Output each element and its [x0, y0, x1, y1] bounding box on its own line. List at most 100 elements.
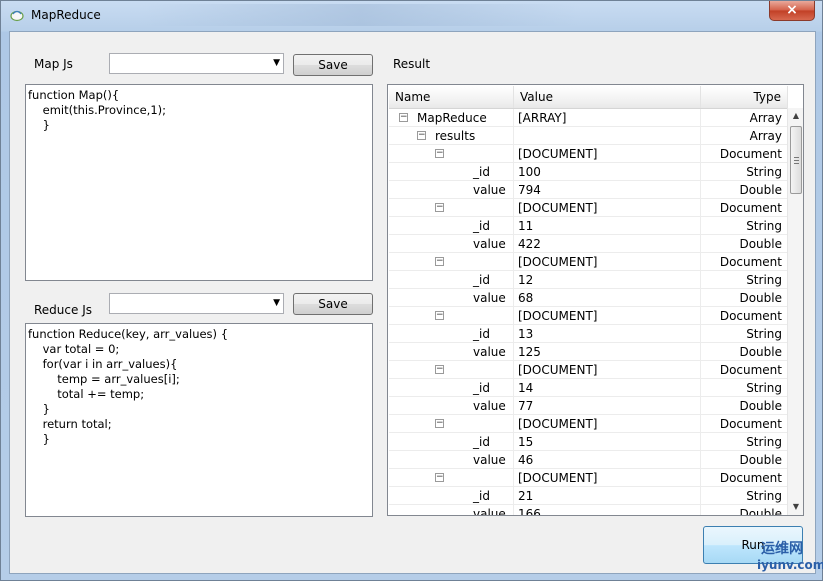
map-js-label: Map Js: [34, 57, 73, 71]
tree-cell-value: 77: [514, 397, 701, 415]
tree-row[interactable]: − [DOCUMENT] Document: [389, 253, 788, 271]
scrollbar-thumb[interactable]: [790, 126, 802, 194]
tree-cell-value: [DOCUMENT]: [514, 361, 701, 379]
column-header-type[interactable]: Type: [701, 86, 788, 108]
collapse-icon[interactable]: −: [399, 113, 408, 122]
tree-cell-name: −: [389, 253, 514, 271]
tree-row[interactable]: − [DOCUMENT] Document: [389, 415, 788, 433]
tree-cell-name: value: [389, 505, 514, 515]
tree-cell-value: 14: [514, 379, 701, 397]
tree-cell-value: 46: [514, 451, 701, 469]
tree-row[interactable]: _id 15 String: [389, 433, 788, 451]
tree-cell-type: Array: [701, 109, 788, 127]
tree-cell-name: value: [389, 289, 514, 307]
tree-cell-type: String: [701, 217, 788, 235]
tree-cell-type: Double: [701, 505, 788, 515]
column-header-value[interactable]: Value: [514, 86, 701, 108]
tree-row[interactable]: _id 11 String: [389, 217, 788, 235]
collapse-icon[interactable]: −: [435, 311, 444, 320]
tree-node-name: value: [473, 345, 506, 359]
column-header-name[interactable]: Name: [389, 86, 514, 108]
close-button[interactable]: ×: [769, 1, 815, 21]
tree-cell-name: −: [389, 415, 514, 433]
tree-cell-name: _id: [389, 163, 514, 181]
collapse-icon[interactable]: −: [435, 257, 444, 266]
tree-row[interactable]: − [DOCUMENT] Document: [389, 469, 788, 487]
tree-cell-value: [DOCUMENT]: [514, 199, 701, 217]
tree-row[interactable]: value 68 Double: [389, 289, 788, 307]
tree-node-name: MapReduce: [417, 111, 487, 125]
tree-row[interactable]: value 46 Double: [389, 451, 788, 469]
collapse-icon[interactable]: −: [435, 203, 444, 212]
tree-cell-name: value: [389, 451, 514, 469]
reduce-js-combo[interactable]: ▼: [109, 293, 284, 314]
tree-node-name: results: [435, 129, 476, 143]
tree-node-name: value: [473, 183, 506, 197]
tree-cell-type: Document: [701, 361, 788, 379]
background-window-title-ghost: [141, 4, 581, 26]
tree-row[interactable]: _id 13 String: [389, 325, 788, 343]
tree-node-name: value: [473, 453, 506, 467]
tree-cell-type: Document: [701, 145, 788, 163]
tree-row[interactable]: − [DOCUMENT] Document: [389, 199, 788, 217]
tree-row[interactable]: value 794 Double: [389, 181, 788, 199]
vertical-scrollbar[interactable]: ▲ ▼: [787, 108, 803, 515]
tree-cell-value: 15: [514, 433, 701, 451]
tree-cell-name: − results: [389, 127, 514, 145]
tree-cell-name: − MapReduce: [389, 109, 514, 127]
tree-row[interactable]: _id 12 String: [389, 271, 788, 289]
column-header: Name Value Type: [389, 86, 788, 109]
collapse-icon[interactable]: −: [435, 149, 444, 158]
window-title: MapReduce: [31, 8, 101, 22]
collapse-icon[interactable]: −: [417, 131, 426, 140]
window-frame: MapReduce × Map Js ▼ Save function Map()…: [0, 0, 823, 581]
collapse-icon[interactable]: −: [435, 419, 444, 428]
tree-row[interactable]: value 125 Double: [389, 343, 788, 361]
tree-node-name: _id: [473, 327, 490, 341]
tree-row[interactable]: value 422 Double: [389, 235, 788, 253]
tree-row[interactable]: − [DOCUMENT] Document: [389, 145, 788, 163]
tree-cell-type: Document: [701, 253, 788, 271]
scroll-down-icon[interactable]: ▼: [788, 499, 803, 515]
tree-row[interactable]: value 77 Double: [389, 397, 788, 415]
grip-line: [794, 157, 799, 158]
result-tree-list[interactable]: Name Value Type − MapReduce [ARRAY] Array − r…: [387, 84, 804, 516]
tree-row[interactable]: − [DOCUMENT] Document: [389, 307, 788, 325]
tree-node-name: _id: [473, 219, 490, 233]
scroll-up-icon[interactable]: ▲: [788, 108, 803, 124]
tree-cell-type: Double: [701, 181, 788, 199]
tree-cell-type: Double: [701, 451, 788, 469]
tree-row[interactable]: _id 21 String: [389, 487, 788, 505]
map-save-button[interactable]: Save: [293, 54, 373, 76]
chevron-down-icon: ▼: [273, 298, 280, 308]
tree-cell-name: _id: [389, 433, 514, 451]
tree-row[interactable]: − results Array: [389, 127, 788, 145]
tree-node-name: value: [473, 237, 506, 251]
tree-node-name: _id: [473, 489, 490, 503]
tree-row[interactable]: _id 14 String: [389, 379, 788, 397]
collapse-icon[interactable]: −: [435, 365, 444, 374]
tree-row[interactable]: − [DOCUMENT] Document: [389, 361, 788, 379]
reduce-save-button[interactable]: Save: [293, 293, 373, 315]
grip-line: [794, 160, 799, 161]
tree-cell-name: _id: [389, 217, 514, 235]
tree-cell-value: [DOCUMENT]: [514, 307, 701, 325]
tree-cell-name: −: [389, 145, 514, 163]
map-code-editor[interactable]: function Map(){ emit(this.Province,1); }: [25, 84, 373, 281]
tree-cell-value: 100: [514, 163, 701, 181]
reduce-code-editor[interactable]: function Reduce(key, arr_values) { var t…: [25, 323, 373, 517]
tree-cell-type: String: [701, 379, 788, 397]
tree-node-name: _id: [473, 165, 490, 179]
map-js-combo[interactable]: ▼: [109, 53, 284, 74]
reduce-js-label: Reduce Js: [34, 303, 92, 317]
tree-cell-type: String: [701, 271, 788, 289]
tree-row[interactable]: value 166 Double: [389, 505, 788, 515]
tree-row[interactable]: _id 100 String: [389, 163, 788, 181]
tree-cell-name: −: [389, 199, 514, 217]
collapse-icon[interactable]: −: [435, 473, 444, 482]
tree-row[interactable]: − MapReduce [ARRAY] Array: [389, 109, 788, 127]
tree-cell-name: −: [389, 469, 514, 487]
tree-cell-name: _id: [389, 325, 514, 343]
title-bar[interactable]: MapReduce ×: [1, 1, 823, 31]
tree-cell-value: [ARRAY]: [514, 109, 701, 127]
